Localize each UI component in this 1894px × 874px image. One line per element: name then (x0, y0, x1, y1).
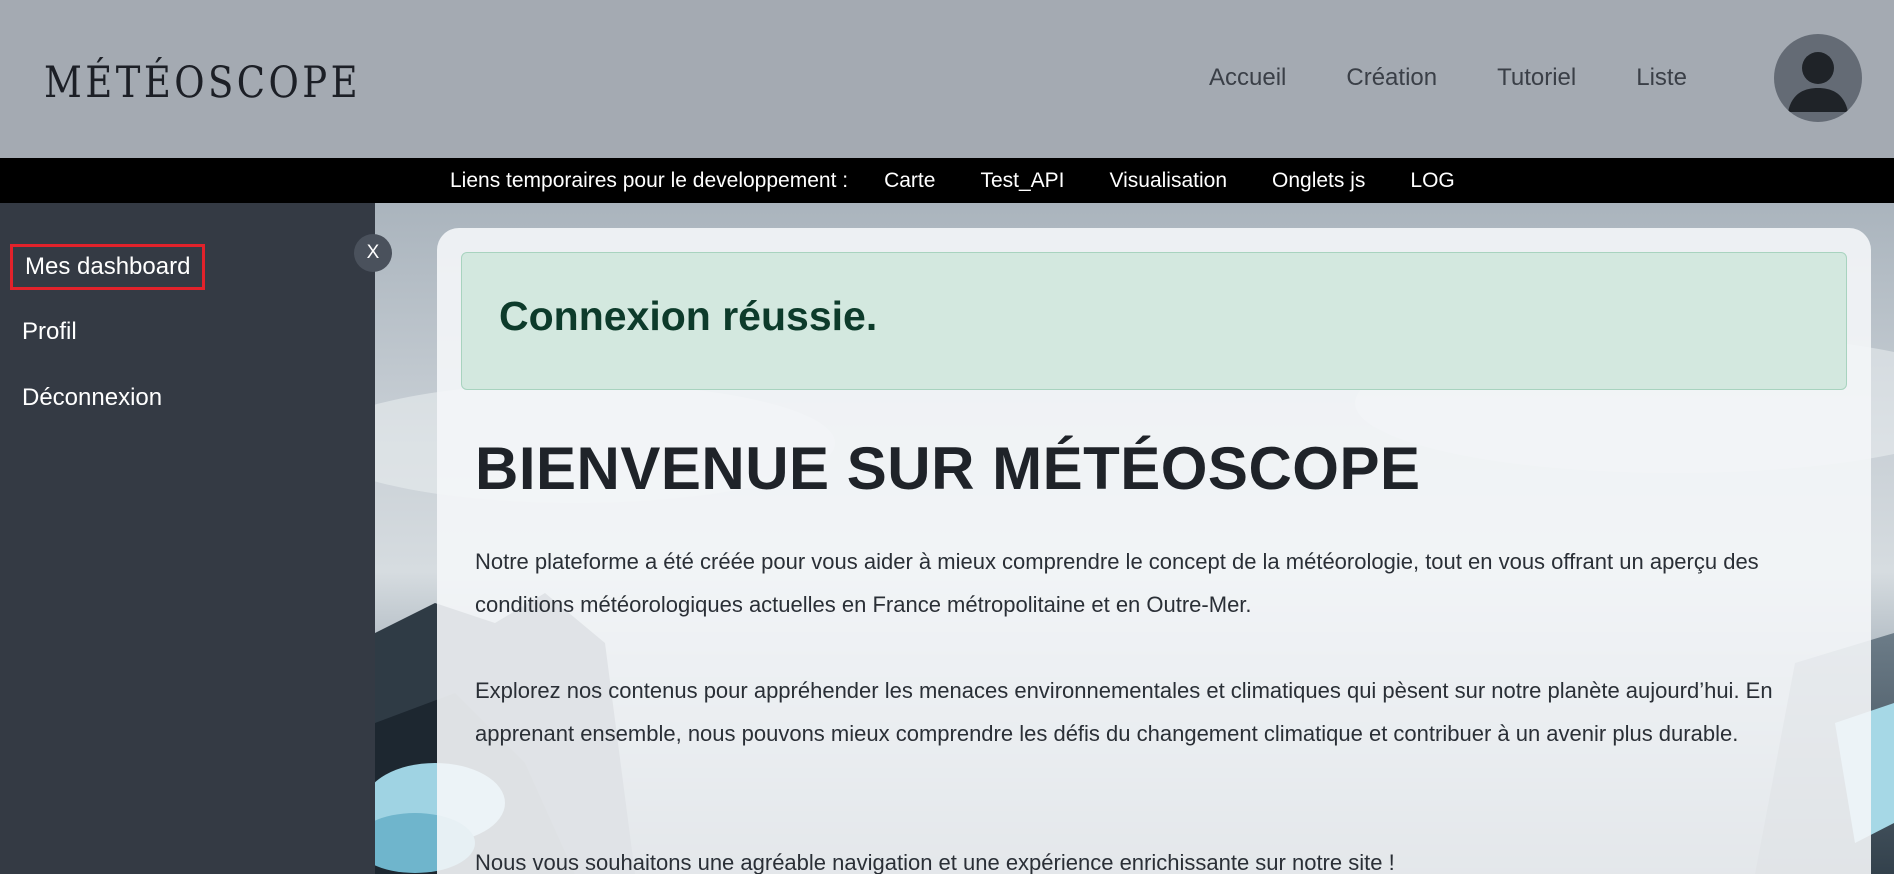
dev-links-label: Liens temporaires pour le developpement … (450, 168, 849, 192)
sidebar-item-mes-dashboard[interactable]: Mes dashboard (10, 244, 206, 290)
nav-tutoriel[interactable]: Tutoriel (1497, 64, 1576, 92)
dev-links-bar: Liens temporaires pour le developpement … (0, 158, 1894, 203)
nav-accueil[interactable]: Accueil (1209, 64, 1286, 92)
dev-link-log[interactable]: LOG (1410, 169, 1454, 193)
nav-liste[interactable]: Liste (1636, 64, 1687, 92)
site-logo[interactable]: MÉTÉOSCOPE (44, 58, 361, 108)
explore-paragraph: Explorez nos contenus pour appréhender l… (475, 678, 1773, 746)
closing-paragraph: Nous vous souhaitons une agréable naviga… (475, 850, 1395, 874)
sidebar-item-deconnexion[interactable]: Déconnexion (22, 384, 162, 412)
dev-link-carte[interactable]: Carte (884, 169, 935, 193)
sidebar (0, 203, 375, 874)
dev-link-test-api[interactable]: Test_API (980, 169, 1064, 193)
site-header: MÉTÉOSCOPE Accueil Création Tutoriel Lis… (0, 0, 1894, 158)
user-avatar-icon[interactable] (1774, 34, 1862, 122)
success-alert: Connexion réussie. (461, 252, 1847, 390)
page-title: BIENVENUE SUR MÉTÉOSCOPE (475, 435, 1421, 502)
welcome-card: Connexion réussie. BIENVENUE SUR MÉTÉOSC… (437, 228, 1871, 874)
dev-link-onglets-js[interactable]: Onglets js (1272, 169, 1365, 193)
nav-creation[interactable]: Création (1346, 64, 1437, 92)
sidebar-item-profil[interactable]: Profil (22, 318, 77, 346)
alert-message: Connexion réussie. (499, 293, 878, 339)
intro-paragraph: Notre plateforme a été créée pour vous a… (475, 549, 1759, 617)
dev-link-visualisation[interactable]: Visualisation (1109, 169, 1227, 193)
close-sidebar-button[interactable]: X (354, 234, 392, 272)
main-nav: Accueil Création Tutoriel Liste (1209, 64, 1747, 92)
